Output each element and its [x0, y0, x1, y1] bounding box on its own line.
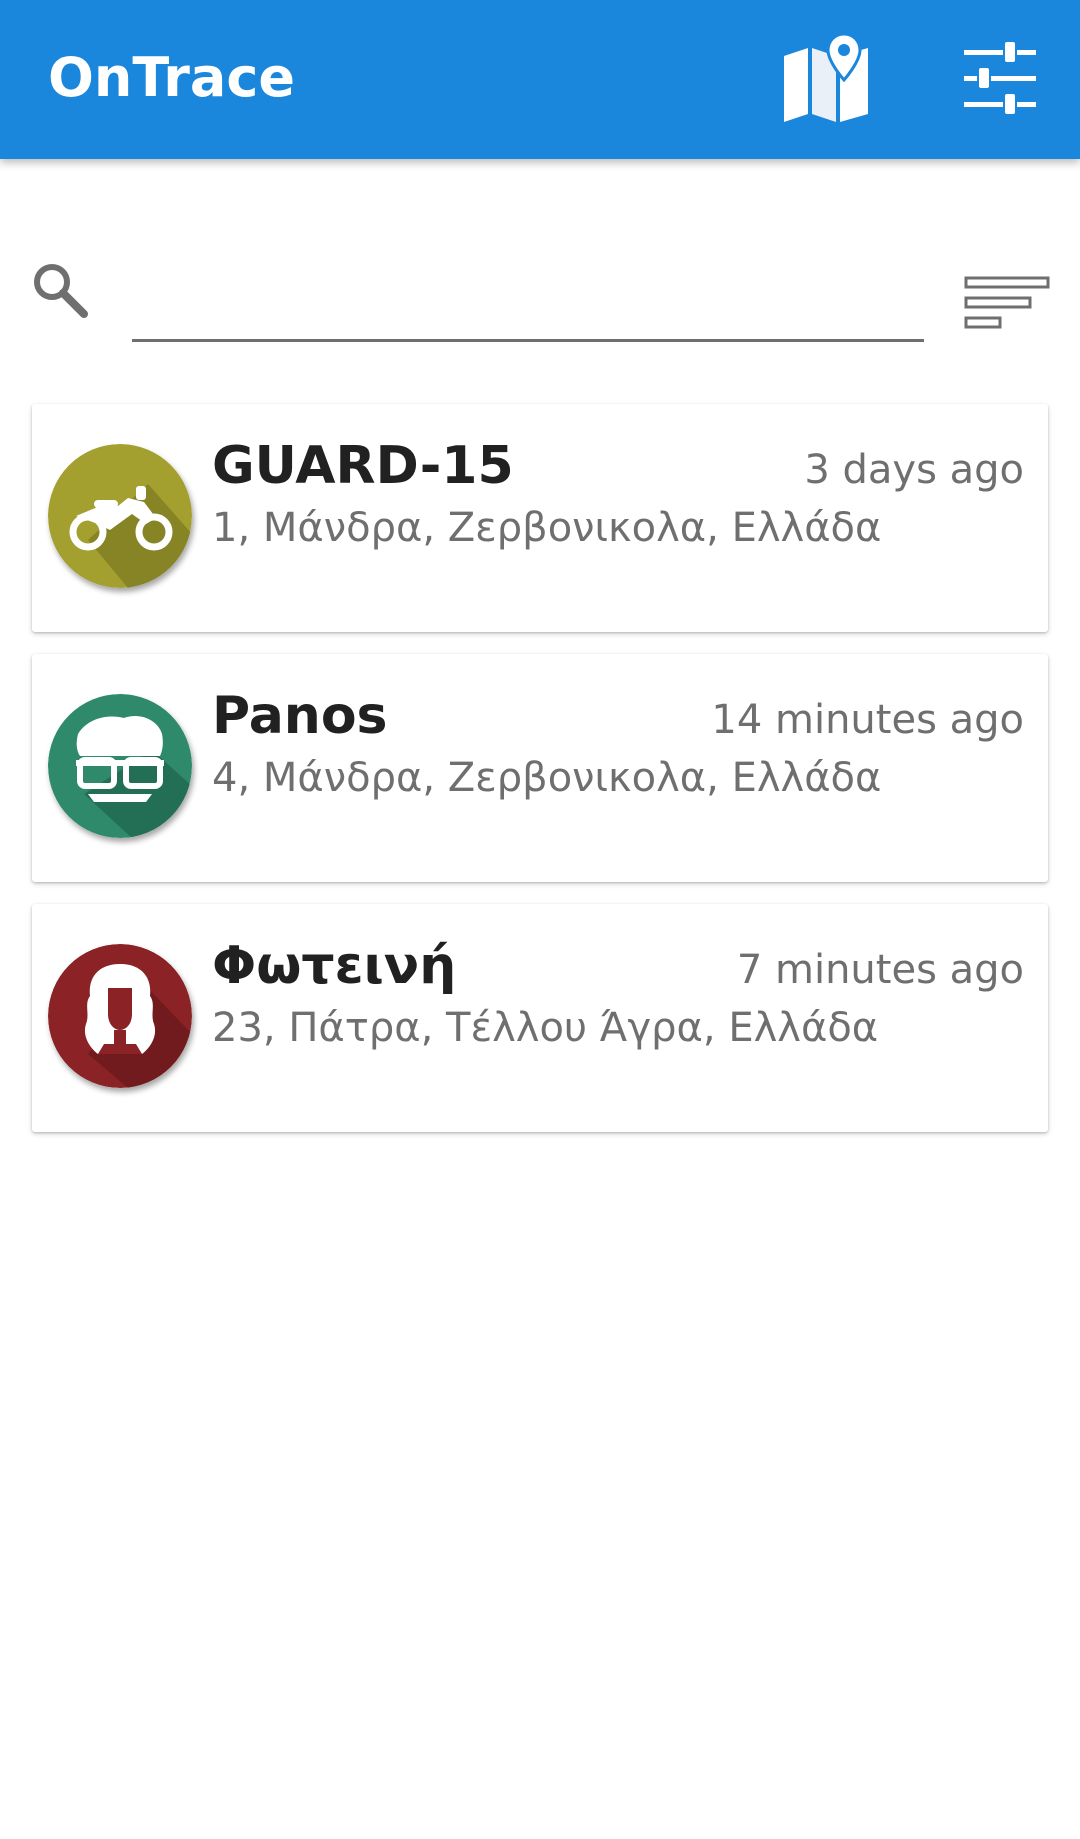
- device-name: Φωτεινή: [212, 936, 457, 996]
- app-bar: OnTrace: [0, 0, 1080, 159]
- device-address: 4, Μάνδρα, Ζερβονικολα, Ελλάδα: [212, 755, 882, 801]
- device-card[interactable]: GUARD-15 3 days ago 1, Μάνδρα, Ζερβονικο…: [32, 404, 1048, 632]
- avatar: [48, 944, 192, 1088]
- search-icon[interactable]: [28, 258, 92, 322]
- map-button[interactable]: [776, 28, 876, 128]
- device-name: GUARD-15: [212, 436, 514, 496]
- man-glasses-icon: [48, 694, 192, 838]
- avatar: [48, 444, 192, 588]
- sliders-icon: [964, 40, 1036, 116]
- device-address: 23, Πάτρα, Τέλλου Άγρα, Ελλάδα: [212, 1005, 879, 1051]
- device-name: Panos: [212, 686, 388, 746]
- avatar: [48, 694, 192, 838]
- sort-button[interactable]: [962, 272, 1052, 336]
- device-card[interactable]: Φωτεινή 7 minutes ago 23, Πάτρα, Τέλλου …: [32, 904, 1048, 1132]
- last-seen-time: 7 minutes ago: [736, 947, 1024, 993]
- woman-icon: [48, 944, 192, 1088]
- app-title: OnTrace: [48, 46, 295, 109]
- last-seen-time: 14 minutes ago: [711, 697, 1024, 743]
- motorcycle-icon: [48, 444, 192, 588]
- device-address: 1, Μάνδρα, Ζερβονικολα, Ελλάδα: [212, 505, 882, 551]
- map-pin-icon: [784, 32, 868, 122]
- search-input[interactable]: [132, 262, 924, 342]
- last-seen-time: 3 days ago: [804, 447, 1024, 493]
- device-card[interactable]: Panos 14 minutes ago 4, Μάνδρα, Ζερβονικ…: [32, 654, 1048, 882]
- settings-button[interactable]: [950, 28, 1050, 128]
- sort-lines-icon: [964, 276, 1050, 329]
